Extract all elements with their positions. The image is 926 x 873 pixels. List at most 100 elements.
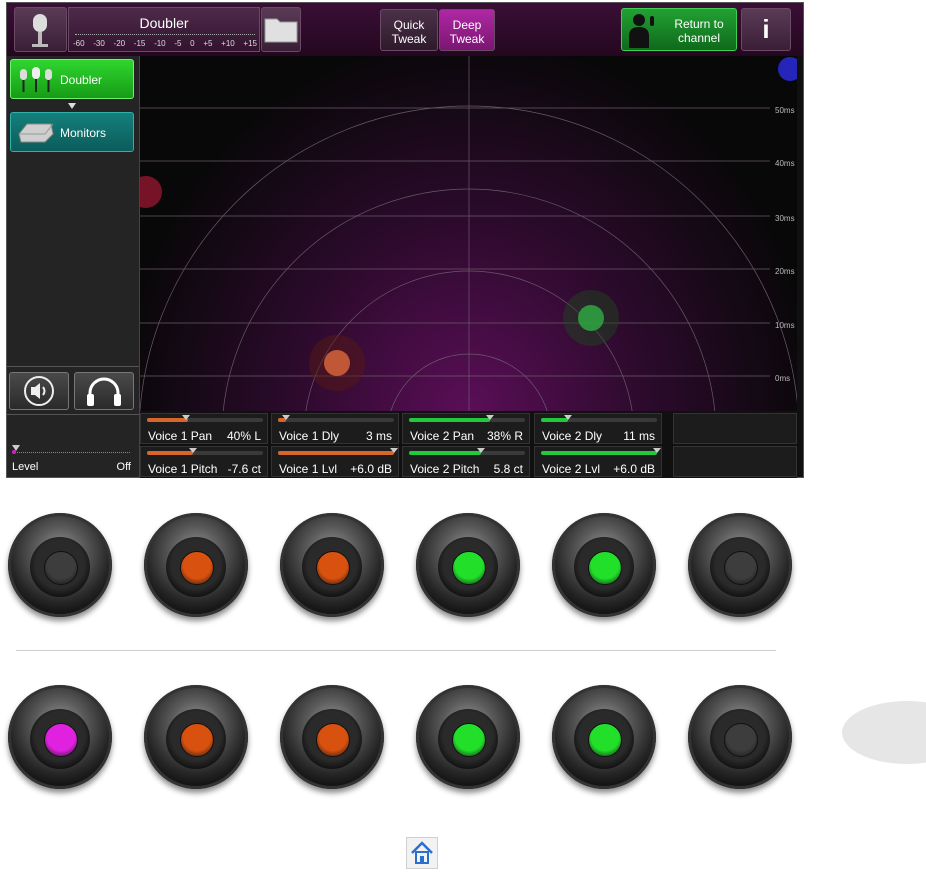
- voice-1-dot[interactable]: [324, 350, 350, 376]
- speaker-button[interactable]: [9, 372, 69, 410]
- param-slider-track[interactable]: [147, 415, 263, 422]
- quick-tweak-button[interactable]: Quick Tweak: [380, 9, 438, 51]
- footswitch-2-3[interactable]: [280, 685, 384, 789]
- param-name: Voice 2 Dly: [542, 429, 603, 443]
- param-name: Voice 2 Pan: [410, 429, 475, 443]
- preset-display[interactable]: Doubler -60 -30 -20 -15 -10 -5 0 +5 +10 +15: [68, 7, 260, 52]
- footswitch-led-icon: [44, 551, 78, 585]
- meter-tick-label: -20: [113, 39, 126, 48]
- footswitch-1-6[interactable]: [688, 513, 792, 617]
- meter-scale-line: [75, 34, 255, 38]
- param-voice-1-pitch[interactable]: Voice 1 Pitch -7.6 ct: [140, 446, 268, 477]
- param-marker-icon: [390, 448, 398, 453]
- meter-tick-label: +10: [221, 39, 235, 48]
- voice-dot-blue[interactable]: [778, 57, 797, 81]
- footswitch-1-5[interactable]: [552, 513, 656, 617]
- footswitch-ring: [438, 709, 498, 769]
- footswitch-led-icon: [316, 723, 350, 757]
- param-name: Voice 2 Lvl: [542, 462, 601, 476]
- footswitch-1-4[interactable]: [416, 513, 520, 617]
- param-slider-track[interactable]: [278, 415, 394, 422]
- meter-tick-label: -60: [73, 39, 85, 48]
- meter-tick-label: -5: [174, 39, 182, 48]
- voice-radar-display[interactable]: 50ms 40ms 30ms 20ms 10ms 0ms: [140, 56, 797, 411]
- home-icon: [411, 841, 433, 864]
- param-marker-icon: [653, 448, 661, 453]
- footswitch-2-6[interactable]: [688, 685, 792, 789]
- footswitch-1-3[interactable]: [280, 513, 384, 617]
- param-value: 3 ms: [365, 429, 392, 443]
- meter-ticks: -60 -30 -20 -15 -10 -5 0 +5 +10 +15: [73, 39, 257, 48]
- param-marker-icon: [486, 415, 495, 420]
- block-doubler-label: Doubler: [60, 73, 103, 87]
- param-slider-track[interactable]: [541, 415, 657, 422]
- footswitch-2-2[interactable]: [144, 685, 248, 789]
- param-marker-icon: [182, 415, 191, 420]
- deep-tweak-button[interactable]: Deep Tweak: [439, 9, 495, 51]
- block-doubler[interactable]: Doubler: [10, 59, 134, 99]
- param-slider-track[interactable]: [278, 448, 398, 455]
- block-monitors-label: Monitors: [60, 126, 107, 140]
- param-slider-fill: [409, 418, 491, 422]
- section-divider: [16, 650, 776, 651]
- footswitch-1-1[interactable]: [8, 513, 112, 617]
- param-voice-1-pan[interactable]: Voice 1 Pan 40% L: [140, 413, 268, 444]
- param-slider-track[interactable]: [147, 448, 263, 455]
- param-value: +6.0 dB: [350, 462, 392, 476]
- voice-2-dot[interactable]: [578, 305, 604, 331]
- meter-tick-label: -30: [93, 39, 105, 48]
- footswitch-led-icon: [316, 551, 350, 585]
- headphones-button[interactable]: [74, 372, 134, 410]
- footswitch-2-1[interactable]: [8, 685, 112, 789]
- info-button[interactable]: i: [741, 8, 791, 51]
- info-icon: i: [762, 14, 770, 44]
- delay-label: 50ms: [775, 106, 795, 115]
- footswitch-knobs: [0, 505, 926, 805]
- param-value: 11 ms: [623, 429, 655, 443]
- meter-tick-label: +5: [203, 39, 213, 48]
- param-slider-track[interactable]: [409, 448, 525, 455]
- param-voice-2-lvl[interactable]: Voice 2 Lvl +6.0 dB: [534, 446, 662, 477]
- preset-icon-button[interactable]: [14, 7, 67, 52]
- param-slider-track[interactable]: [409, 415, 525, 422]
- param-marker-icon: [189, 448, 198, 453]
- preset-name: Doubler: [139, 15, 189, 31]
- param-empty-slot: [673, 446, 797, 477]
- footswitch-ring: [166, 709, 226, 769]
- footswitch-ring: [30, 709, 90, 769]
- param-voice-2-dly[interactable]: Voice 2 Dly 11 ms: [534, 413, 662, 444]
- param-voice-1-lvl[interactable]: Voice 1 Lvl +6.0 dB: [271, 446, 399, 477]
- voice-dot-red[interactable]: [140, 176, 162, 208]
- footswitch-2-4[interactable]: [416, 685, 520, 789]
- level-control[interactable]: Level Off: [7, 440, 139, 477]
- return-to-channel-button[interactable]: Return to channel: [621, 8, 737, 51]
- param-voice-2-pan[interactable]: Voice 2 Pan 38% R: [402, 413, 530, 444]
- level-track[interactable]: [12, 452, 130, 457]
- param-value: 38% R: [486, 429, 523, 443]
- quick-tweak-label-1: Quick: [393, 18, 425, 32]
- param-slider-fill: [541, 451, 657, 455]
- meter-tick-label: 0: [190, 39, 195, 48]
- parameter-grid: Voice 1 Pan 40% L Voice 1 Dly 3 ms Voice 2 P…: [140, 412, 797, 478]
- footswitch-1-2[interactable]: [144, 513, 248, 617]
- meter-tick-label: -10: [154, 39, 166, 48]
- param-marker-icon: [476, 448, 485, 453]
- home-button[interactable]: [406, 837, 438, 869]
- param-voice-2-pitch[interactable]: Voice 2 Pitch 5.8 ct: [402, 446, 530, 477]
- delay-label: 40ms: [775, 159, 795, 168]
- return-label-2: channel: [677, 31, 721, 45]
- footswitch-ring: [710, 709, 770, 769]
- footswitch-led-icon: [44, 723, 78, 757]
- meter-tick-label: -15: [133, 39, 146, 48]
- folder-button[interactable]: [261, 7, 301, 52]
- param-slider-fill: [147, 451, 194, 455]
- param-voice-1-dly[interactable]: Voice 1 Dly 3 ms: [271, 413, 399, 444]
- footswitch-ring: [574, 709, 634, 769]
- delay-label: 20ms: [775, 267, 795, 276]
- block-monitors[interactable]: Monitors: [10, 112, 134, 152]
- param-slider-track[interactable]: [541, 448, 661, 455]
- param-name: Voice 1 Pitch: [148, 462, 218, 476]
- footswitch-led-icon: [452, 723, 486, 757]
- level-label: Level: [12, 461, 39, 473]
- footswitch-2-5[interactable]: [552, 685, 656, 789]
